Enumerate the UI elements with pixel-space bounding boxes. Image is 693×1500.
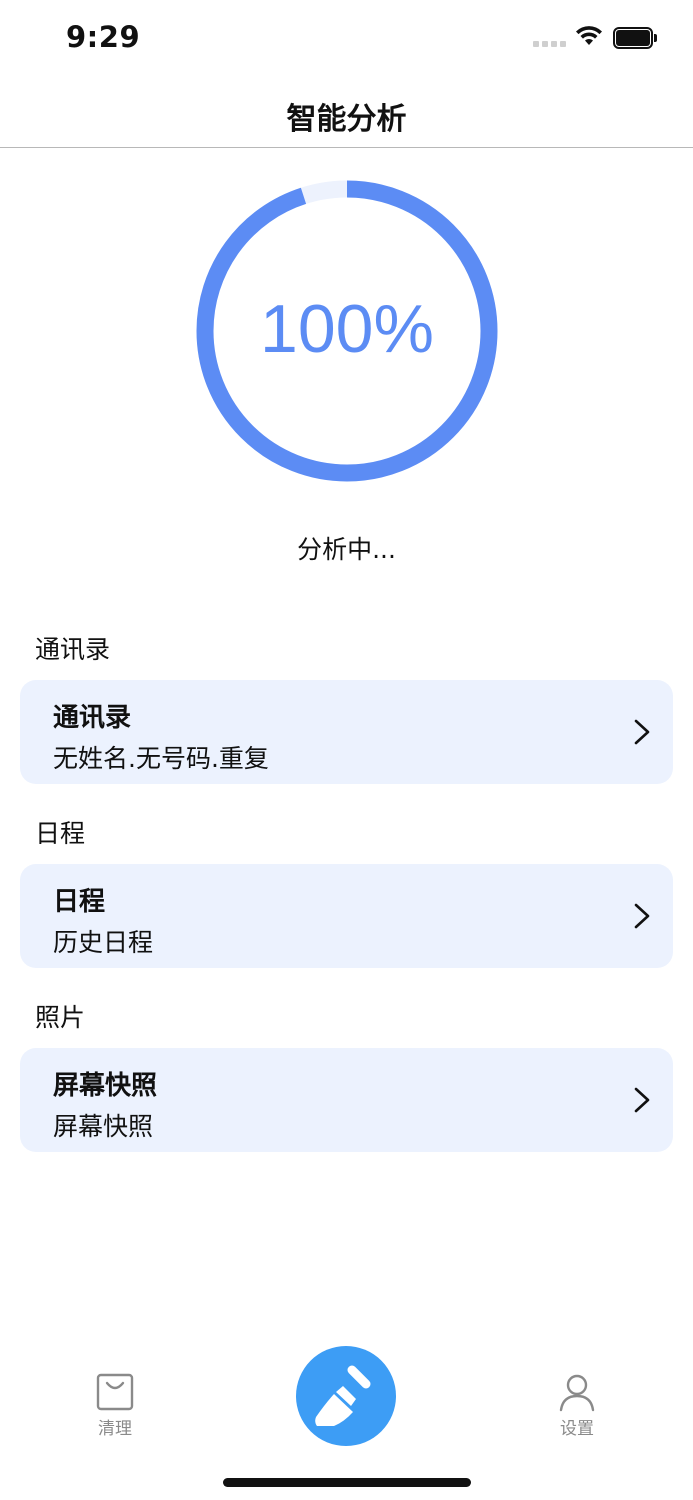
section-header-photos: 照片: [35, 1003, 86, 1032]
status-time: 9:29: [66, 20, 141, 54]
battery-icon: [613, 27, 657, 49]
tab-clean-label: 清理: [98, 1419, 132, 1439]
card-subtitle: 无姓名.无号码.重复: [53, 744, 269, 773]
card-title: 屏幕快照: [53, 1071, 158, 1101]
status-bar: 9:29: [0, 0, 693, 80]
screenshots-card[interactable]: 屏幕快照 屏幕快照: [20, 1048, 673, 1152]
chevron-right-icon: [634, 719, 650, 745]
analysis-status-text: 分析中...: [297, 535, 396, 564]
tab-settings-label: 设置: [560, 1419, 594, 1439]
calendar-card[interactable]: 日程 历史日程: [20, 864, 673, 968]
card-subtitle: 历史日程: [53, 928, 154, 957]
tab-bar: 清理 设置: [0, 1330, 693, 1500]
page-title: 智能分析: [286, 102, 407, 137]
tab-settings[interactable]: 设置: [517, 1372, 637, 1439]
card-title: 通讯录: [53, 703, 132, 733]
progress-percentage: 100%: [260, 291, 434, 367]
person-icon: [559, 1374, 595, 1412]
chevron-right-icon: [634, 1087, 650, 1113]
wifi-icon: [576, 26, 602, 45]
bag-icon: [96, 1373, 134, 1411]
card-title: 日程: [53, 887, 106, 917]
navigation-bar: 智能分析: [0, 80, 693, 148]
chevron-right-icon: [634, 903, 650, 929]
contacts-card[interactable]: 通讯录 无姓名.无号码.重复: [20, 680, 673, 784]
home-indicator: [223, 1478, 471, 1487]
broom-icon: [315, 1365, 371, 1426]
card-subtitle: 屏幕快照: [53, 1112, 154, 1141]
section-header-calendar: 日程: [35, 819, 86, 848]
cellular-signal-icon: [533, 41, 566, 47]
clean-action-button[interactable]: [296, 1346, 396, 1446]
section-header-contacts: 通讯录: [35, 635, 111, 664]
tab-clean[interactable]: 清理: [55, 1372, 175, 1439]
